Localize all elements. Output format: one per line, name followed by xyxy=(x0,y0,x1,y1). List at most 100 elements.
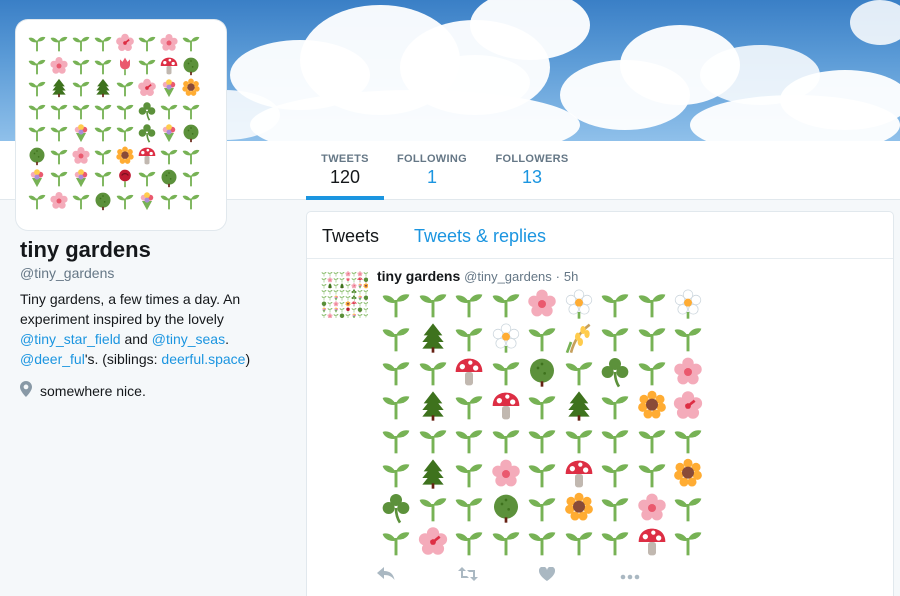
shamrock-icon xyxy=(378,491,415,525)
blossom-icon xyxy=(634,491,671,525)
sprout-icon xyxy=(136,55,158,78)
sprout-icon xyxy=(48,145,70,168)
sunflower-icon xyxy=(114,145,136,168)
sprout-icon xyxy=(451,423,488,457)
followers-stat[interactable]: FOLLOWERS 13 xyxy=(492,141,572,200)
following-stat[interactable]: FOLLOWING 1 xyxy=(394,141,470,200)
bouquet-icon xyxy=(26,167,48,190)
tweet-timestamp[interactable]: 5h xyxy=(564,269,578,284)
sprout-icon xyxy=(70,100,92,123)
shamrock-icon xyxy=(597,355,634,389)
bio-link-deer-ful[interactable]: @deer_ful xyxy=(20,351,85,367)
sprout-icon xyxy=(158,145,180,168)
profile-bio: Tiny gardens, a few times a day. An expe… xyxy=(20,289,290,369)
bio-text: Tiny gardens, a few times a day. An expe… xyxy=(20,291,241,327)
sprout-icon xyxy=(524,491,561,525)
map-pin-icon xyxy=(20,381,32,400)
mushroom-icon xyxy=(561,457,598,491)
mushroom-icon xyxy=(488,389,525,423)
sprout-icon xyxy=(70,77,92,100)
blossom-icon xyxy=(524,287,561,321)
tree-icon xyxy=(415,321,452,355)
sprout-icon xyxy=(26,77,48,100)
rose-icon xyxy=(114,167,136,190)
profile-avatar[interactable] xyxy=(16,20,226,230)
bio-link-tiny-star-field[interactable]: @tiny_star_field xyxy=(20,331,121,347)
sprout-icon xyxy=(180,190,202,213)
tree-icon xyxy=(415,457,452,491)
tab-tweets[interactable]: Tweets xyxy=(322,226,379,247)
retweet-button[interactable] xyxy=(458,566,539,586)
sprout-icon xyxy=(136,32,158,55)
sprout-icon xyxy=(26,55,48,78)
sprout-icon xyxy=(378,457,415,491)
tulip-icon xyxy=(114,55,136,78)
sprout-icon xyxy=(597,389,634,423)
bush-icon xyxy=(158,167,180,190)
sprout-icon xyxy=(26,100,48,123)
tweet-author-name[interactable]: tiny gardens xyxy=(377,268,460,284)
sprout-icon xyxy=(48,167,70,190)
tree-icon xyxy=(415,389,452,423)
sprout-icon xyxy=(415,491,452,525)
tweet-avatar[interactable] xyxy=(320,270,368,318)
tweet[interactable]: tiny gardens @tiny_gardens · 5h xyxy=(307,260,893,596)
followers-stat-value: 13 xyxy=(521,167,543,187)
tweets-stat[interactable]: TWEETS 120 xyxy=(306,141,384,200)
more-button[interactable] xyxy=(620,566,701,586)
sprout-icon xyxy=(597,525,634,559)
reply-button[interactable] xyxy=(377,566,458,586)
sunflower-icon xyxy=(561,491,598,525)
tab-tweets-and-replies[interactable]: Tweets & replies xyxy=(414,226,546,247)
shamrock-icon xyxy=(136,100,158,123)
blossom-icon xyxy=(70,145,92,168)
sprout-icon xyxy=(561,525,598,559)
sunflower-icon xyxy=(180,77,202,100)
mushroom-icon xyxy=(158,55,180,78)
sprout-icon xyxy=(561,355,598,389)
tweet-author-handle[interactable]: @tiny_gardens xyxy=(464,269,552,284)
sprout-icon xyxy=(378,389,415,423)
sprout-icon xyxy=(70,32,92,55)
sprout-icon xyxy=(488,525,525,559)
blossom-icon xyxy=(158,32,180,55)
profile-name[interactable]: tiny gardens xyxy=(20,237,290,263)
sprout-icon xyxy=(378,525,415,559)
like-icon xyxy=(538,565,556,586)
bio-link-tiny-seas[interactable]: @tiny_seas xyxy=(152,331,225,347)
rice-icon xyxy=(561,321,598,355)
profile-handle[interactable]: @tiny_gardens xyxy=(20,265,290,281)
blossom-icon xyxy=(488,457,525,491)
hibiscus-icon xyxy=(670,389,707,423)
sprout-icon xyxy=(524,321,561,355)
daisy-icon xyxy=(670,287,707,321)
more-icon xyxy=(620,567,640,585)
sprout-icon xyxy=(415,355,452,389)
sprout-icon xyxy=(378,355,415,389)
sprout-icon xyxy=(180,145,202,168)
tweet-separator: · xyxy=(555,269,561,284)
sprout-icon xyxy=(363,313,368,318)
sunflower-icon xyxy=(670,457,707,491)
bio-link-deerful-space[interactable]: deerful.space xyxy=(161,351,245,367)
sprout-icon xyxy=(92,167,114,190)
bouquet-icon xyxy=(70,167,92,190)
sprout-icon xyxy=(415,287,452,321)
retweet-icon xyxy=(458,566,478,586)
sprout-icon xyxy=(92,122,114,145)
tweets-stat-label: TWEETS xyxy=(321,153,369,165)
blossom-icon xyxy=(48,55,70,78)
sprout-icon xyxy=(634,287,671,321)
profile-card: tiny gardens @tiny_gardens Tiny gardens,… xyxy=(20,237,290,400)
sprout-icon xyxy=(378,321,415,355)
sprout-icon xyxy=(488,287,525,321)
shamrock-icon xyxy=(136,122,158,145)
sprout-icon xyxy=(378,423,415,457)
sprout-icon xyxy=(136,167,158,190)
sprout-icon xyxy=(561,423,598,457)
like-button[interactable] xyxy=(538,565,620,586)
sprout-icon xyxy=(114,190,136,213)
bouquet-icon xyxy=(158,122,180,145)
sprout-icon xyxy=(158,100,180,123)
sprout-icon xyxy=(114,77,136,100)
